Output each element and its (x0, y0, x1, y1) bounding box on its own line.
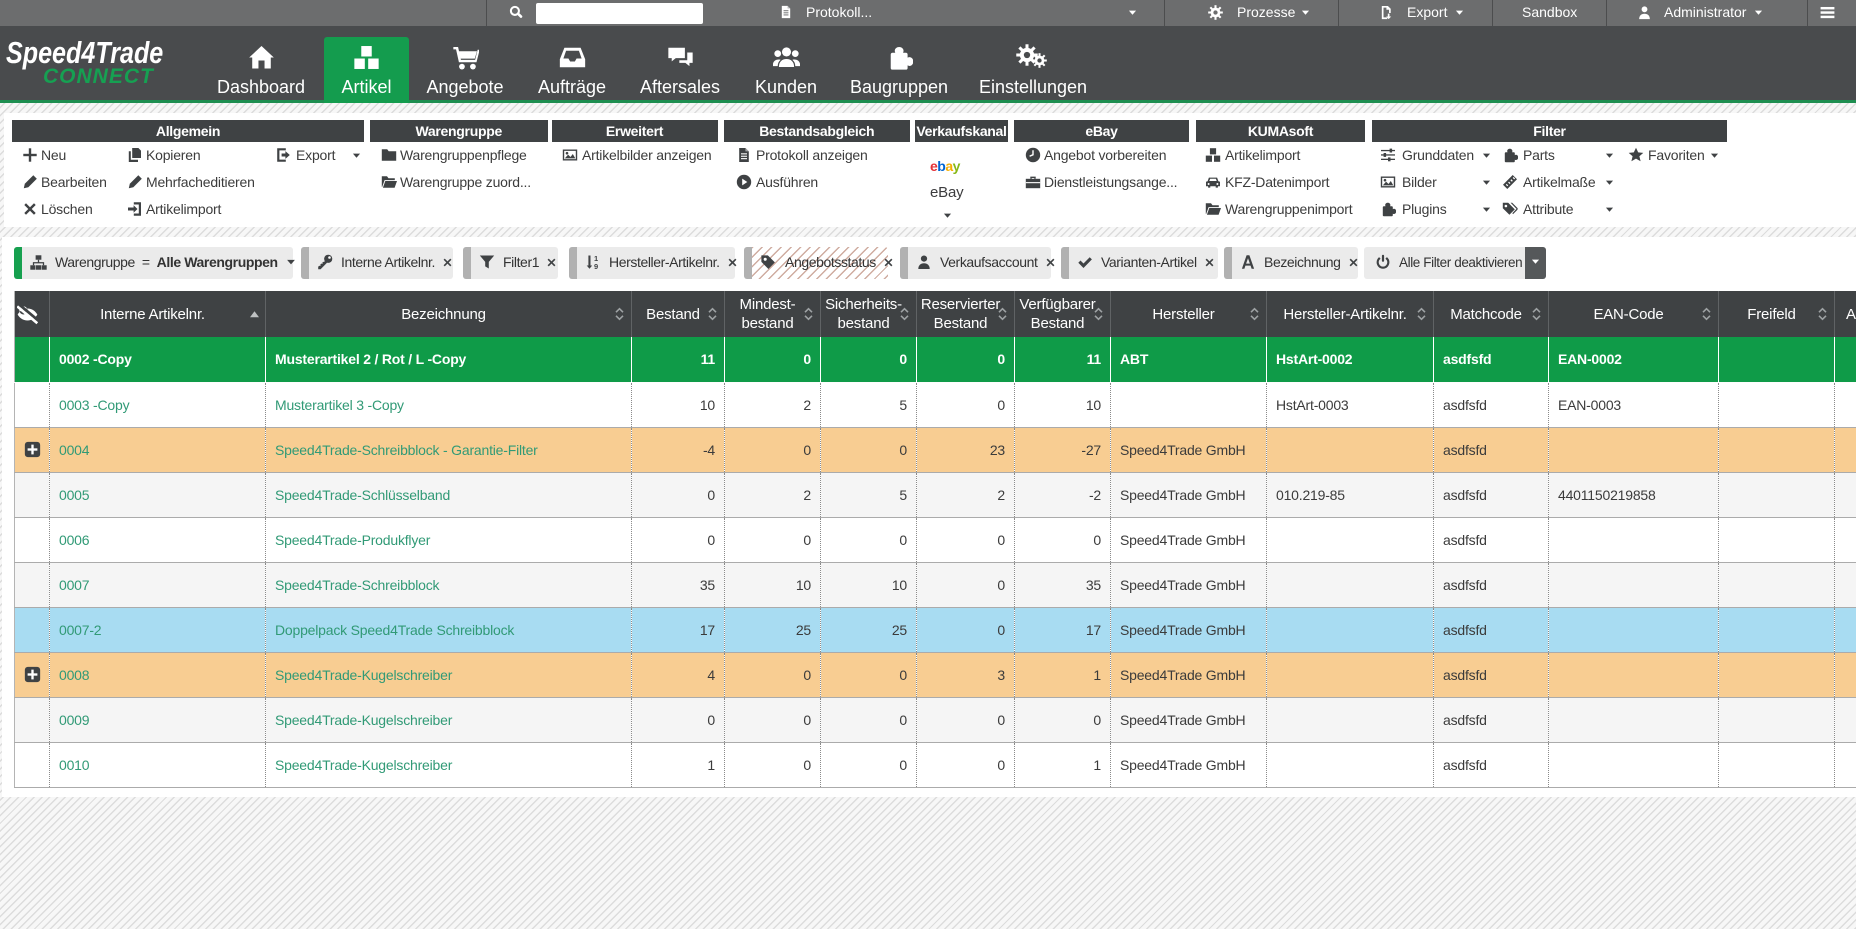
svg-text:9: 9 (594, 262, 598, 270)
